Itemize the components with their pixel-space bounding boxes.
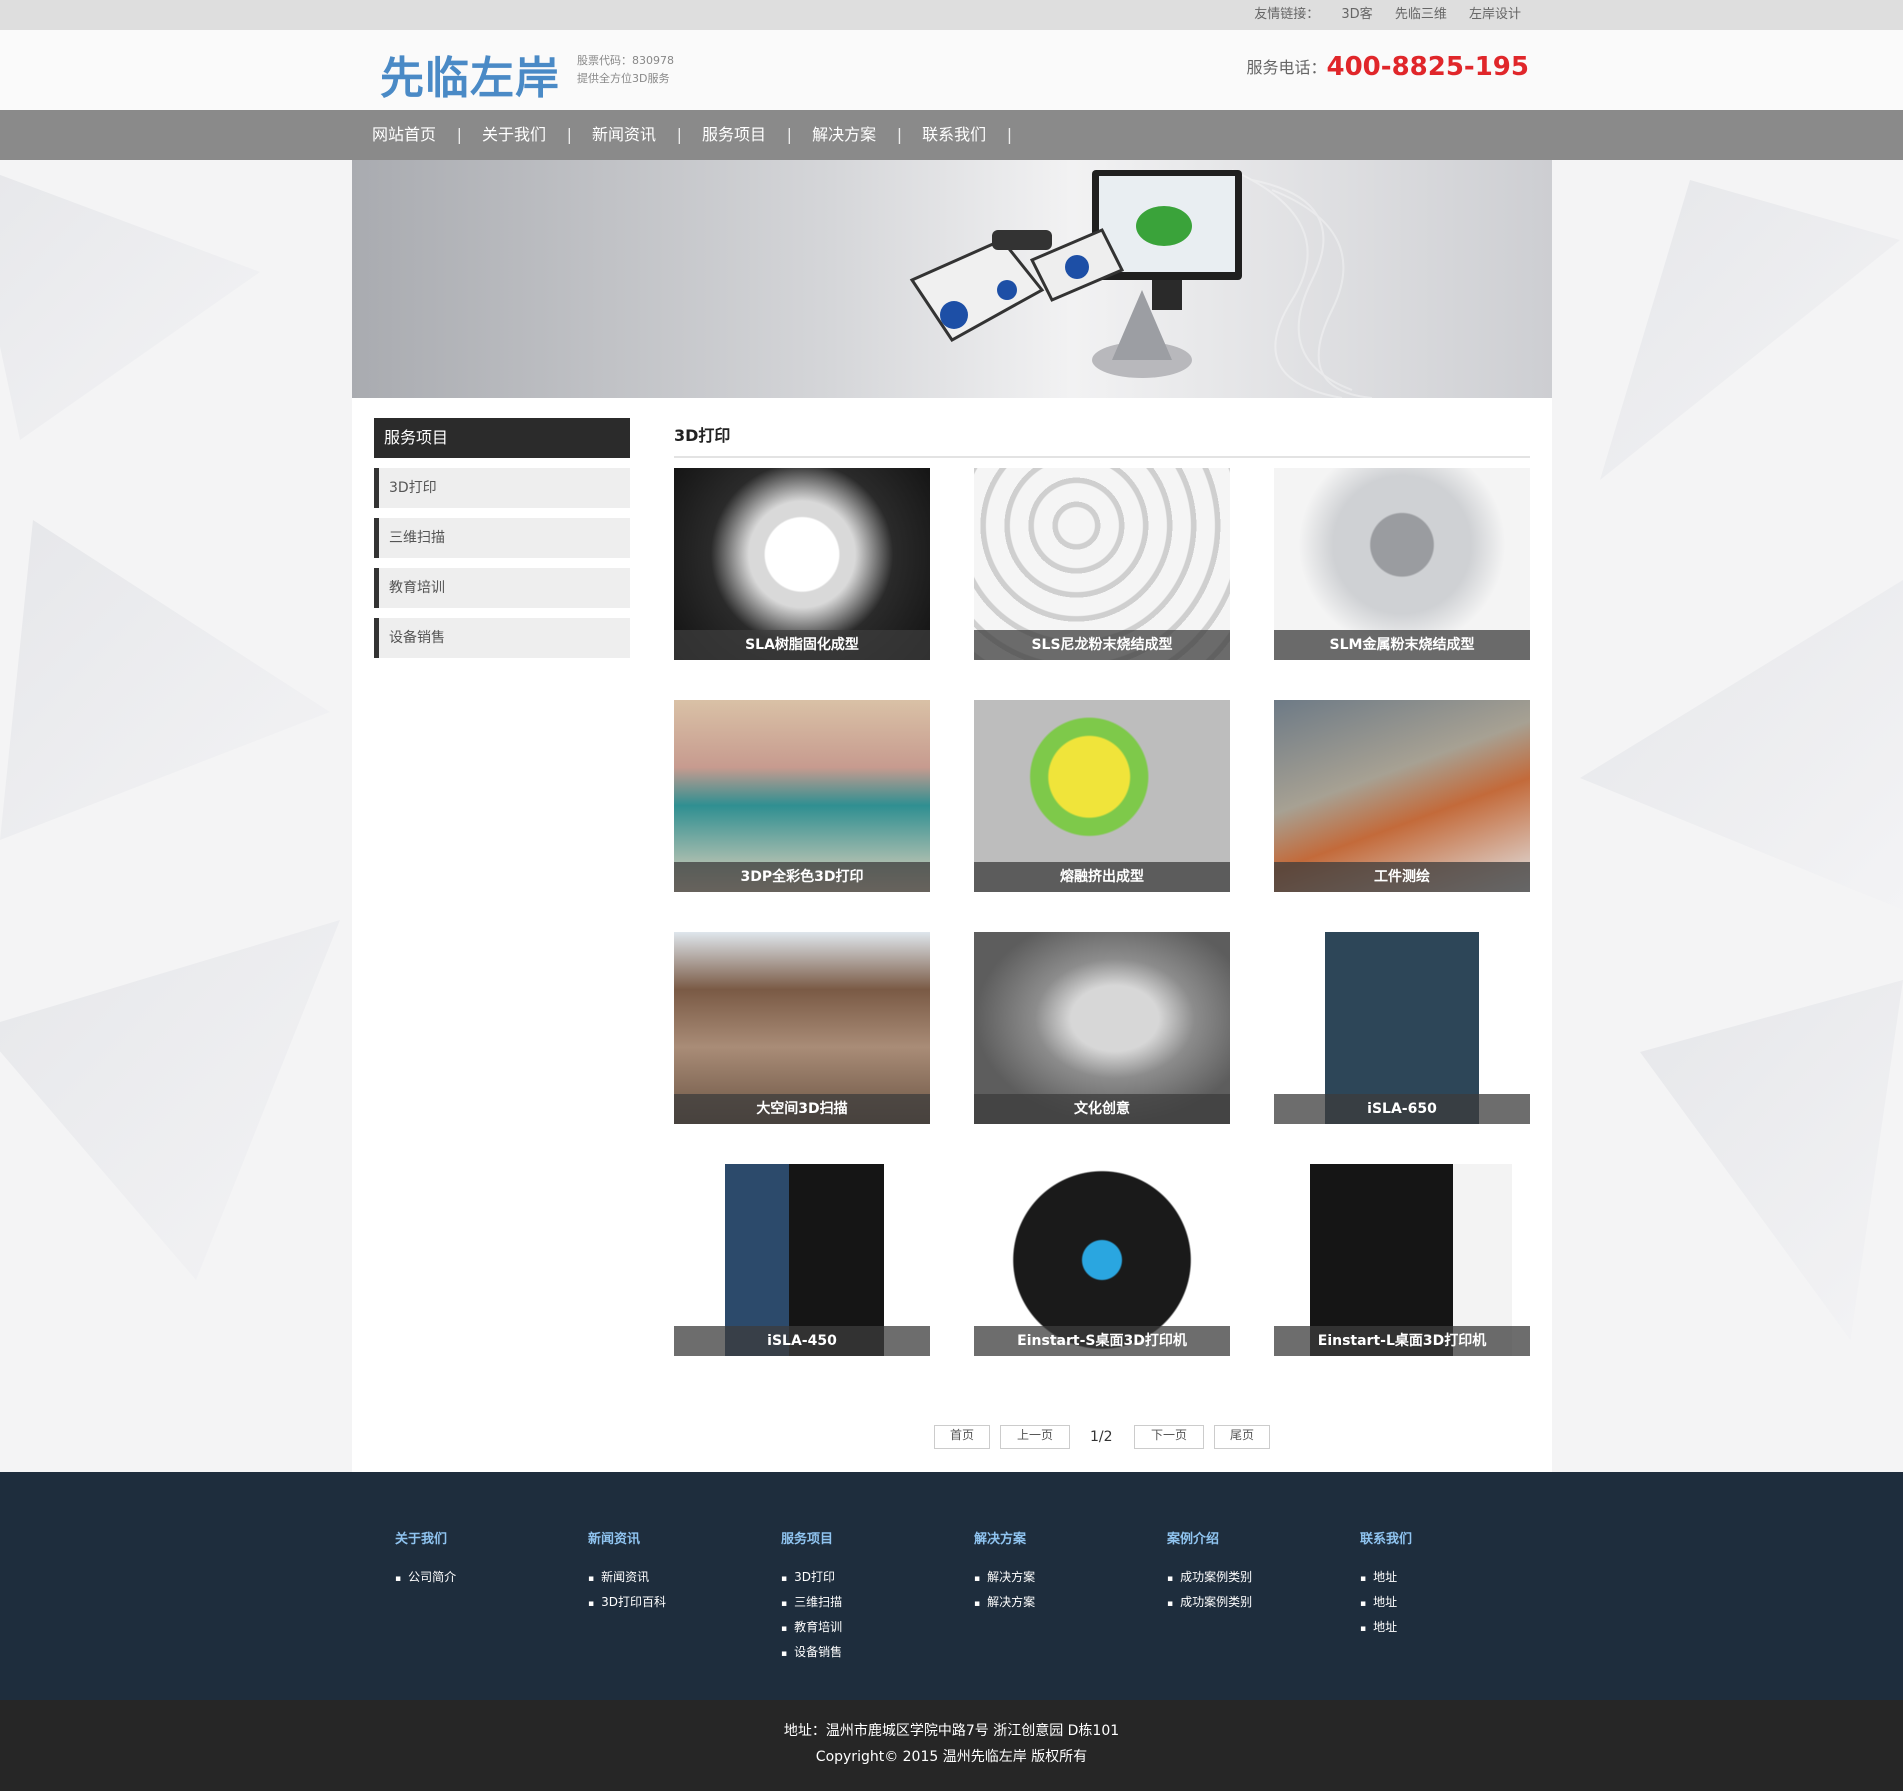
product-card[interactable]: SLM金属粉末烧结成型	[1274, 468, 1530, 660]
pager-current: 1/2	[1090, 1429, 1113, 1445]
phone-number: 400-8825-195	[1326, 52, 1530, 82]
footer-link[interactable]: 地址	[1360, 1615, 1412, 1640]
nav-item-contact[interactable]: 联系我们	[902, 110, 1012, 160]
footer-link[interactable]: 设备销售	[781, 1640, 842, 1665]
product-caption: 大空间3D扫描	[674, 1094, 930, 1124]
product-caption: SLA树脂固化成型	[674, 630, 930, 660]
service-phone: 服务电话：400-8825-195	[1246, 52, 1529, 82]
product-card[interactable]: 3DP全彩色3D打印	[674, 700, 930, 892]
product-caption: iSLA-450	[674, 1326, 930, 1356]
footer-link[interactable]: 成功案例类别	[1167, 1590, 1252, 1615]
footer-link[interactable]: 3D打印百科	[588, 1590, 666, 1615]
product-caption: SLS尼龙粉末烧结成型	[974, 630, 1230, 660]
banner-scanner-illustration	[909, 169, 1373, 398]
product-caption: Einstart-L桌面3D打印机	[1274, 1326, 1530, 1356]
stock-code: 股票代码：830978	[577, 54, 674, 67]
site-footer: 关于我们 公司简介 新闻资讯 新闻资讯 3D打印百科 服务项目 3D打印 三维扫…	[0, 1472, 1903, 1700]
copyright-bar: 地址：温州市鹿城区学院中路7号 浙江创意园 D栋101 Copyright© 2…	[0, 1700, 1903, 1791]
footer-col-cases: 案例介绍 成功案例类别 成功案例类别	[1167, 1528, 1252, 1615]
nav-item-home[interactable]: 网站首页	[352, 110, 462, 160]
nav-item-about[interactable]: 关于我们	[462, 110, 572, 160]
pager-prev[interactable]: 上一页	[1000, 1425, 1070, 1449]
footer-link[interactable]: 成功案例类别	[1167, 1565, 1252, 1590]
footer-col-title[interactable]: 联系我们	[1360, 1528, 1412, 1547]
footer-col-solutions: 解决方案 解决方案 解决方案	[974, 1528, 1035, 1615]
footer-col-title[interactable]: 解决方案	[974, 1528, 1035, 1547]
sidebar-item-training[interactable]: 教育培训	[374, 568, 630, 608]
product-card[interactable]: Einstart-S桌面3D打印机	[974, 1164, 1230, 1356]
nav-item-solutions[interactable]: 解决方案	[792, 110, 902, 160]
footer-link[interactable]: 新闻资讯	[588, 1565, 666, 1590]
site-logo[interactable]: 先临左岸	[380, 42, 560, 106]
footer-col-services: 服务项目 3D打印 三维扫描 教育培训 设备销售	[781, 1528, 842, 1665]
footer-col-about: 关于我们 公司简介	[395, 1528, 456, 1590]
pager-first[interactable]: 首页	[934, 1425, 990, 1449]
pager-next[interactable]: 下一页	[1134, 1425, 1204, 1449]
product-card[interactable]: 熔融挤出成型	[974, 700, 1230, 892]
footer-link[interactable]: 3D打印	[781, 1565, 842, 1590]
product-card[interactable]: iSLA-450	[674, 1164, 930, 1356]
footer-link[interactable]: 教育培训	[781, 1615, 842, 1640]
footer-address: 地址：温州市鹿城区学院中路7号 浙江创意园 D栋101	[783, 1723, 1120, 1739]
product-card[interactable]: iSLA-650	[1274, 932, 1530, 1124]
product-caption: 文化创意	[974, 1094, 1230, 1124]
friend-link-3dke[interactable]: 3D客	[1341, 7, 1372, 22]
product-caption: 熔融挤出成型	[974, 862, 1230, 892]
product-caption: Einstart-S桌面3D打印机	[974, 1326, 1230, 1356]
product-card[interactable]: Einstart-L桌面3D打印机	[1274, 1164, 1530, 1356]
footer-link[interactable]: 解决方案	[974, 1590, 1035, 1615]
footer-link[interactable]: 地址	[1360, 1565, 1412, 1590]
footer-col-news: 新闻资讯 新闻资讯 3D打印百科	[588, 1528, 666, 1615]
footer-col-contact: 联系我们 地址 地址 地址	[1360, 1528, 1412, 1640]
footer-link[interactable]: 解决方案	[974, 1565, 1035, 1590]
content-area: 服务项目 3D打印 三维扫描 教育培训 设备销售 3D打印 SLA树脂固化成型 …	[352, 398, 1552, 1472]
sidebar-item-equipment-sales[interactable]: 设备销售	[374, 618, 630, 658]
product-caption: SLM金属粉末烧结成型	[1274, 630, 1530, 660]
footer-copyright: Copyright© 2015 温州先临左岸 版权所有	[815, 1749, 1088, 1765]
pager-last[interactable]: 尾页	[1214, 1425, 1270, 1449]
footer-col-title[interactable]: 关于我们	[395, 1528, 456, 1547]
logo-subtext: 股票代码：830978 提供全方位3D服务	[577, 52, 674, 88]
footer-col-title[interactable]: 案例介绍	[1167, 1528, 1252, 1547]
product-card[interactable]: 大空间3D扫描	[674, 932, 930, 1124]
product-card[interactable]: 文化创意	[974, 932, 1230, 1124]
nav-item-news[interactable]: 新闻资讯	[572, 110, 682, 160]
site-header: 先临左岸 股票代码：830978 提供全方位3D服务 服务电话：400-8825…	[0, 30, 1903, 110]
product-caption: iSLA-650	[1274, 1094, 1530, 1124]
section-title: 3D打印	[674, 418, 1530, 458]
footer-link[interactable]: 三维扫描	[781, 1590, 842, 1615]
product-card[interactable]: SLA树脂固化成型	[674, 468, 930, 660]
top-bar: 友情链接： 3D客 先临三维 左岸设计	[0, 0, 1903, 30]
footer-link[interactable]: 地址	[1360, 1590, 1412, 1615]
nav-item-services[interactable]: 服务项目	[682, 110, 792, 160]
hero-banner	[352, 160, 1552, 398]
product-card[interactable]: 工件测绘	[1274, 700, 1530, 892]
product-caption: 3DP全彩色3D打印	[674, 862, 930, 892]
sidebar-title: 服务项目	[374, 418, 630, 458]
product-card[interactable]: SLS尼龙粉末烧结成型	[974, 468, 1230, 660]
tagline: 提供全方位3D服务	[577, 72, 670, 85]
sidebar-item-3d-scanning[interactable]: 三维扫描	[374, 518, 630, 558]
footer-col-title[interactable]: 服务项目	[781, 1528, 842, 1547]
friend-links: 友情链接： 3D客 先临三维 左岸设计	[1236, 0, 1521, 30]
footer-col-title[interactable]: 新闻资讯	[588, 1528, 666, 1547]
friend-link-zuoan-design[interactable]: 左岸设计	[1469, 7, 1521, 22]
friend-links-label: 友情链接：	[1254, 7, 1320, 22]
phone-label: 服务电话：	[1246, 58, 1327, 77]
product-caption: 工件测绘	[1274, 862, 1530, 892]
sidebar-item-3d-printing[interactable]: 3D打印	[374, 468, 630, 508]
footer-link[interactable]: 公司简介	[395, 1565, 456, 1590]
main-nav: 网站首页 关于我们 新闻资讯 服务项目 解决方案 联系我们	[0, 110, 1903, 160]
friend-link-shining3d[interactable]: 先临三维	[1395, 7, 1447, 22]
